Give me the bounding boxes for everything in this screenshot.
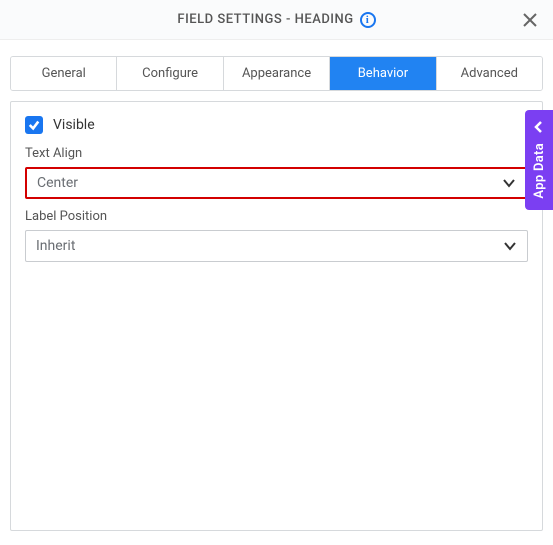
close-button[interactable] (521, 11, 539, 29)
label-position-select[interactable]: Inherit (25, 230, 528, 262)
label-position-label: Label Position (25, 209, 528, 224)
close-icon (523, 13, 537, 27)
text-align-select[interactable]: Center (25, 167, 528, 199)
tab-advanced[interactable]: Advanced (437, 57, 542, 90)
tab-appearance[interactable]: Appearance (224, 57, 330, 90)
info-icon[interactable]: i (360, 12, 376, 28)
check-icon (28, 119, 40, 131)
chevron-down-icon (503, 239, 517, 253)
visible-label[interactable]: Visible (53, 117, 95, 133)
tab-behavior[interactable]: Behavior (330, 57, 436, 90)
dialog-header: FIELD SETTINGS - HEADING i (0, 0, 553, 40)
visible-row: Visible (25, 116, 528, 134)
dialog-title-wrap: FIELD SETTINGS - HEADING i (177, 12, 375, 28)
behavior-panel: Visible Text Align Center Label Position… (10, 101, 543, 531)
dialog-title: FIELD SETTINGS - HEADING (177, 12, 353, 27)
visible-checkbox[interactable] (25, 116, 43, 134)
text-align-label: Text Align (25, 146, 528, 161)
app-data-drawer-toggle[interactable]: App Data (525, 110, 553, 210)
app-data-label: App Data (532, 143, 547, 199)
tab-general[interactable]: General (11, 57, 117, 90)
label-position-value: Inherit (36, 238, 75, 254)
chevron-left-icon (533, 118, 545, 137)
text-align-value: Center (37, 175, 78, 191)
chevron-down-icon (502, 176, 516, 190)
tab-bar: General Configure Appearance Behavior Ad… (10, 56, 543, 91)
tab-configure[interactable]: Configure (117, 57, 223, 90)
